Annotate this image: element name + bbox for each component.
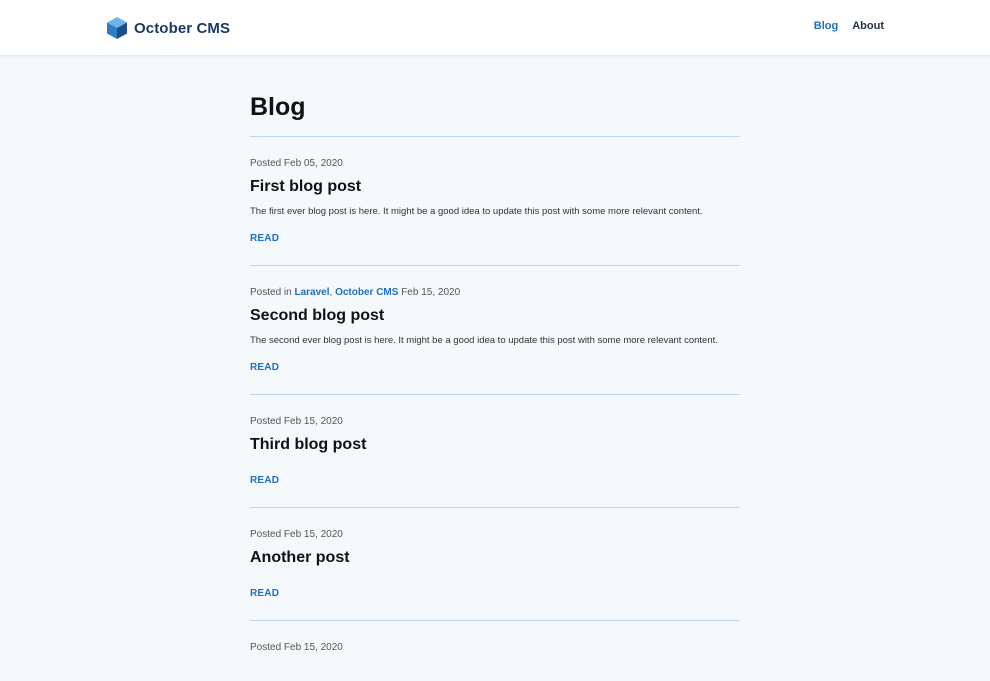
read-link[interactable]: READ xyxy=(250,362,279,373)
post-date: Feb 15, 2020 xyxy=(283,642,343,653)
read-link[interactable]: READ xyxy=(250,588,279,599)
post-item: Posted Feb 15, 2020 Third blog post READ xyxy=(250,395,740,508)
main-content: Blog Posted Feb 05, 2020 First blog post… xyxy=(250,56,740,681)
post-title[interactable]: Third blog post xyxy=(250,435,740,455)
category-link-october-cms[interactable]: October CMS xyxy=(335,287,398,298)
post-item: Posted Feb 15, 2020 Another post READ xyxy=(250,508,740,621)
site-header: October CMS Blog About xyxy=(0,0,990,56)
post-title[interactable]: First blog post xyxy=(250,177,740,197)
post-meta-prefix: Posted xyxy=(250,416,282,427)
post-item: Posted in Laravel, October CMS Feb 15, 2… xyxy=(250,266,740,395)
post-meta: Posted Feb 15, 2020 xyxy=(250,395,740,428)
read-link[interactable]: READ xyxy=(250,233,279,244)
post-item: Posted Feb 15, 2020 xyxy=(250,621,740,681)
post-item: Posted Feb 05, 2020 First blog post The … xyxy=(250,137,740,266)
post-date: Feb 15, 2020 xyxy=(401,287,461,298)
nav-item-blog[interactable]: Blog xyxy=(814,20,838,32)
cube-logo-icon xyxy=(106,16,128,40)
post-date: Feb 15, 2020 xyxy=(283,529,343,540)
category-link-laravel[interactable]: Laravel xyxy=(294,287,329,298)
post-date: Feb 15, 2020 xyxy=(283,416,343,427)
post-meta: Posted Feb 15, 2020 xyxy=(250,621,740,654)
post-meta-prefix: Posted xyxy=(250,642,282,653)
post-meta: Posted in Laravel, October CMS Feb 15, 2… xyxy=(250,287,461,298)
post-meta: Posted Feb 05, 2020 xyxy=(250,137,740,170)
brand-link[interactable]: October CMS xyxy=(106,15,230,41)
main-nav: Blog About xyxy=(814,20,884,32)
read-link[interactable]: READ xyxy=(250,475,279,486)
page-title: Blog xyxy=(250,93,306,121)
post-meta: Posted Feb 15, 2020 xyxy=(250,508,740,541)
post-excerpt: The first ever blog post is here. It mig… xyxy=(250,206,703,217)
post-meta-prefix: Posted xyxy=(250,529,282,540)
post-excerpt: The second ever blog post is here. It mi… xyxy=(250,335,718,346)
post-date: Feb 05, 2020 xyxy=(283,158,343,169)
post-title[interactable]: Another post xyxy=(250,548,740,568)
brand-name: October CMS xyxy=(134,19,231,37)
nav-item-about[interactable]: About xyxy=(852,20,884,32)
post-meta-prefix: Posted xyxy=(250,158,282,169)
post-meta-prefix: Posted in xyxy=(250,287,292,298)
post-title[interactable]: Second blog post xyxy=(250,306,740,326)
